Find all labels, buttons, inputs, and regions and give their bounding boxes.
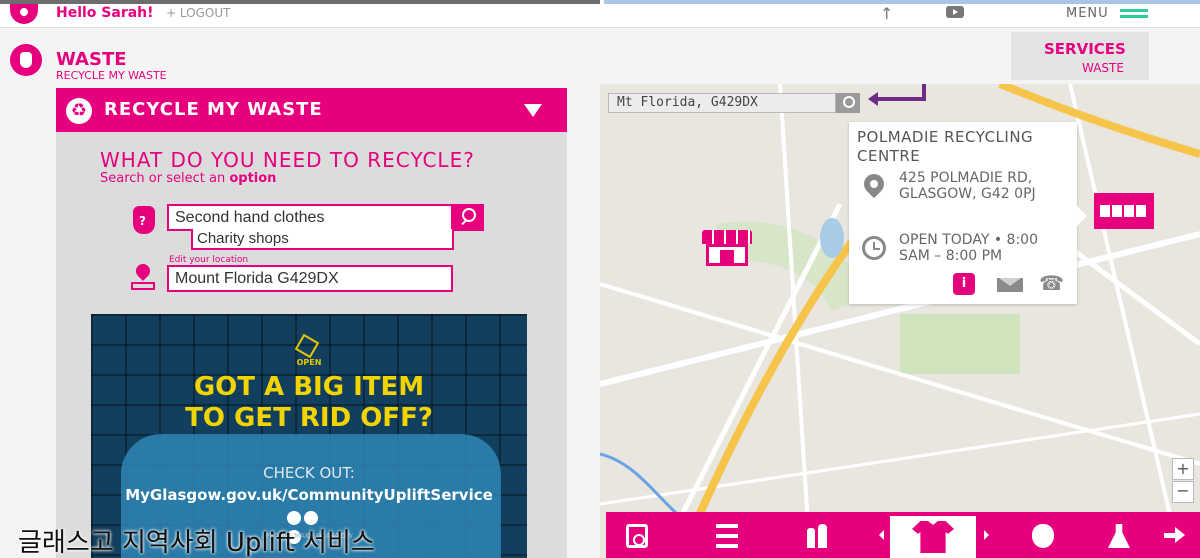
section-subtitle: RECYCLE MY WASTE [56, 69, 167, 82]
arrow-pointer-icon [868, 84, 926, 106]
logout-link[interactable]: + LOGOUT [166, 6, 230, 20]
category-food[interactable] [1020, 512, 1066, 558]
item-search-input[interactable]: Second hand clothes [167, 204, 453, 231]
zoom-in-button[interactable]: + [1172, 458, 1194, 480]
search-hint: Search or select an option [100, 171, 276, 186]
category-washer[interactable] [614, 512, 660, 558]
mail-icon[interactable] [997, 278, 1023, 292]
info-icon[interactable]: i [953, 273, 975, 295]
top-bar: Hello Sarah! + LOGOUT ↑ MENU [0, 0, 1200, 28]
location-input[interactable]: Mount Florida G429DX [167, 265, 453, 292]
map-search-input[interactable]: Mt Florida, G429DX [608, 93, 836, 113]
search-icon[interactable] [453, 204, 484, 231]
category-next[interactable] [1152, 512, 1198, 558]
category-clothes-selected[interactable] [890, 516, 976, 558]
greeting-text: Hello Sarah! [56, 5, 154, 21]
recycle-dropdown-bar[interactable]: ♻ RECYCLE MY WASTE [56, 88, 567, 132]
services-sub-label[interactable]: WASTE [1082, 61, 1124, 75]
washing-machine-icon [626, 524, 648, 548]
phone-icon[interactable]: ☎ [1039, 271, 1064, 295]
place-name: POLMADIE RECYCLING CENTRE [857, 128, 1034, 165]
recycle-question: WHAT DO YOU NEED TO RECYCLE? [100, 148, 475, 172]
scroll-left-icon[interactable] [879, 530, 884, 540]
map-search-icon[interactable] [836, 93, 860, 113]
header-photo-strip-right [604, 0, 1200, 4]
category-bottles[interactable] [794, 512, 840, 558]
category-chemicals[interactable] [1096, 512, 1142, 558]
zoom-out-button[interactable]: − [1172, 481, 1194, 503]
charity-shop-marker[interactable] [702, 230, 752, 270]
caption-overlay: 글래스고 지역사회 Uplift 서비스 [18, 528, 375, 558]
hamburger-menu-icon[interactable] [1120, 9, 1148, 21]
ad-url[interactable]: MyGlasgow.gov.uk/CommunityUpliftService [91, 486, 527, 504]
opening-hours: OPEN TODAY • 8:00 SAM – 8:00 PM [899, 232, 1038, 264]
caret-down-icon[interactable] [524, 104, 542, 117]
apple-icon [1032, 524, 1054, 548]
place-info-card: POLMADIE RECYCLING CENTRE 425 POLMADIE R… [849, 122, 1087, 304]
section-title: WASTE [56, 49, 127, 70]
scroll-right-icon[interactable] [984, 530, 989, 540]
question-bag-icon [133, 206, 155, 234]
suggestion-item[interactable]: Charity shops [191, 229, 454, 250]
ad-brand: OPEN [296, 358, 322, 367]
edit-location-link[interactable]: Edit your location [169, 255, 248, 265]
location-pin-icon [131, 261, 155, 290]
recycle-bar-label: RECYCLE MY WASTE [104, 99, 323, 120]
upload-icon[interactable]: ↑ [880, 4, 893, 23]
user-avatar-icon[interactable] [10, 4, 38, 24]
ad-headline-line1: GOT A BIG ITEM [193, 372, 425, 402]
youtube-icon[interactable] [946, 6, 964, 18]
category-layers[interactable] [704, 512, 750, 558]
address-pin-icon [859, 169, 889, 208]
recycle-icon: ♻ [66, 98, 92, 124]
clock-icon [862, 236, 886, 260]
menu-label[interactable]: MENU [1066, 6, 1109, 21]
waste-bag-icon [10, 44, 42, 76]
ad-headline-line2: TO GET RID OFF? [185, 403, 433, 433]
store-marker[interactable] [1094, 193, 1154, 229]
arrow-right-icon [1164, 524, 1186, 548]
place-address: 425 POLMADIE RD, GLASGOW, G42 0PJ [899, 170, 1036, 202]
ad-check-out: CHECK OUT: [263, 464, 355, 482]
recycle-app-screen: Hello Sarah! + LOGOUT ↑ MENU WASTE RECYC… [0, 0, 1200, 558]
services-label[interactable]: SERVICES [1044, 40, 1126, 58]
search-hint-prefix: Search or select an [100, 171, 230, 186]
shirt-icon [912, 521, 954, 553]
bottles-icon [806, 524, 828, 548]
header-photo-strip [0, 0, 600, 4]
flask-icon [1108, 524, 1130, 548]
layers-icon [716, 524, 738, 548]
search-hint-option: option [229, 171, 277, 186]
